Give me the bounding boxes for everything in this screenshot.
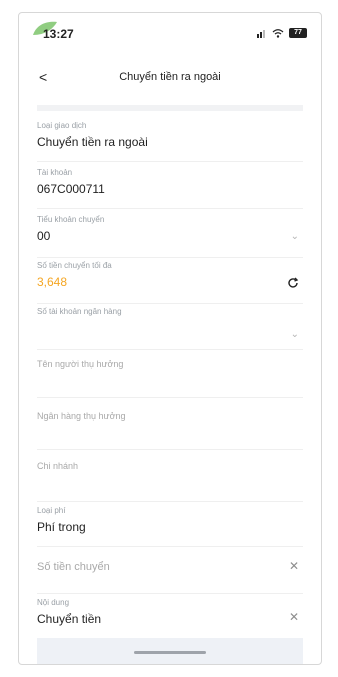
transaction-type-field: Loại giao dịch Chuyển tiền ra ngoài xyxy=(37,121,303,162)
field-label: Tiểu khoản chuyển xyxy=(37,215,105,224)
home-indicator[interactable] xyxy=(134,651,206,654)
max-transfer-field: Số tiền chuyển tối đa 3,648 xyxy=(37,261,303,304)
field-value: Phí trong xyxy=(37,520,86,534)
field-value: Chuyển tiền ra ngoài xyxy=(37,135,148,149)
field-placeholder: Tên người thụ hưởng xyxy=(37,359,124,369)
status-icons: 77 xyxy=(257,27,307,39)
field-label: Tài khoản xyxy=(37,168,73,177)
fee-type-field[interactable]: Loại phí Phí trong xyxy=(37,506,303,547)
beneficiary-bank-input[interactable]: Ngân hàng thụ hưởng xyxy=(37,403,303,450)
field-placeholder: Số tiền chuyển xyxy=(37,561,110,573)
beneficiary-name-input[interactable]: Tên người thụ hưởng xyxy=(37,353,303,398)
account-field: Tài khoản 067C000711 xyxy=(37,168,303,209)
signal-icon xyxy=(257,30,265,38)
field-label: Số tài khoản ngân hàng xyxy=(37,307,122,316)
close-icon[interactable]: ✕ xyxy=(289,559,299,573)
status-bar: 13:27 77 xyxy=(19,13,321,53)
field-label: Loại giao dịch xyxy=(37,121,87,130)
battery-icon: 77 xyxy=(289,28,307,38)
nav-header: < Chuyển tiền ra ngoài xyxy=(19,65,321,95)
transfer-amount-input[interactable]: Số tiền chuyển ✕ xyxy=(37,555,303,594)
phone-screen: 13:27 77 < Chuyển tiền ra ngoài Loại gia… xyxy=(18,12,322,665)
status-time: 13:27 xyxy=(43,27,74,41)
branch-input[interactable]: Chi nhánh xyxy=(37,455,303,502)
refresh-icon[interactable] xyxy=(287,277,299,289)
content-input[interactable]: Nội dung Chuyển tiền ✕ xyxy=(37,598,303,638)
page-title: Chuyển tiền ra ngoài xyxy=(119,71,221,83)
field-value: 00 xyxy=(37,229,51,243)
field-value: Chuyển tiền xyxy=(37,612,102,626)
field-value: 067C000711 xyxy=(37,182,105,196)
field-label: Loại phí xyxy=(37,506,66,515)
field-label: Nội dung xyxy=(37,598,70,607)
close-icon[interactable]: ✕ xyxy=(289,610,299,624)
field-value: 3,648 xyxy=(37,275,68,289)
bank-account-select[interactable]: Số tài khoản ngân hàng ⌄ xyxy=(37,307,303,350)
chevron-down-icon[interactable]: ⌄ xyxy=(291,329,299,340)
field-placeholder: Chi nhánh xyxy=(37,461,79,471)
sub-account-select[interactable]: Tiểu khoản chuyển 00 ⌄ xyxy=(37,215,303,258)
chevron-down-icon[interactable]: ⌄ xyxy=(291,231,299,242)
field-label: Số tiền chuyển tối đa xyxy=(37,261,112,270)
header-divider xyxy=(37,105,303,111)
wifi-icon xyxy=(272,29,284,38)
field-placeholder: Ngân hàng thụ hưởng xyxy=(37,411,126,421)
